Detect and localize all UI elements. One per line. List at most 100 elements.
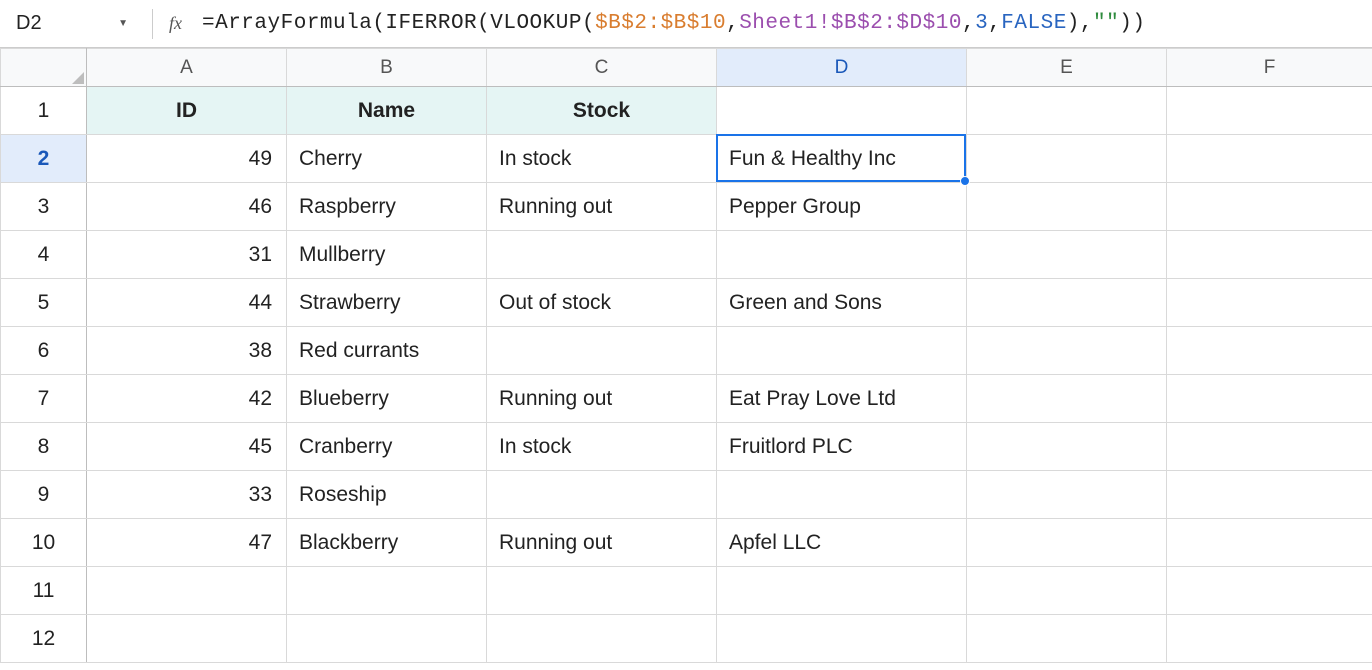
row-header-6[interactable]: 6 — [1, 327, 87, 375]
cell-F5[interactable] — [1167, 279, 1372, 327]
cell-C11[interactable] — [487, 567, 717, 615]
cell-E8[interactable] — [967, 423, 1167, 471]
cell-C12[interactable] — [487, 615, 717, 663]
cell-C6[interactable] — [487, 327, 717, 375]
cell-E5[interactable] — [967, 279, 1167, 327]
cell-E7[interactable] — [967, 375, 1167, 423]
cell-D5[interactable]: Green and Sons — [717, 279, 967, 327]
cell-D12[interactable] — [717, 615, 967, 663]
formula-input[interactable]: =ArrayFormula(IFERROR(VLOOKUP($B$2:$B$10… — [202, 12, 1362, 35]
cell-C9[interactable] — [487, 471, 717, 519]
column-header-F[interactable]: F — [1167, 49, 1372, 87]
cell-B10[interactable]: Blackberry — [287, 519, 487, 567]
cell-B3[interactable]: Raspberry — [287, 183, 487, 231]
cell-A6[interactable]: 38 — [87, 327, 287, 375]
cell-D9[interactable] — [717, 471, 967, 519]
cell-F7[interactable] — [1167, 375, 1372, 423]
row-header-4[interactable]: 4 — [1, 231, 87, 279]
cell-E1[interactable] — [967, 87, 1167, 135]
row-header-1[interactable]: 1 — [1, 87, 87, 135]
cell-C3[interactable]: Running out — [487, 183, 717, 231]
cell-B7[interactable]: Blueberry — [287, 375, 487, 423]
cell-F4[interactable] — [1167, 231, 1372, 279]
cell-C8[interactable]: In stock — [487, 423, 717, 471]
cell-B9[interactable]: Roseship — [287, 471, 487, 519]
cell-B8[interactable]: Cranberry — [287, 423, 487, 471]
formula-token: 3 — [975, 12, 988, 35]
cell-A4[interactable]: 31 — [87, 231, 287, 279]
cell-E9[interactable] — [967, 471, 1167, 519]
cell-D8[interactable]: Fruitlord PLC — [717, 423, 967, 471]
cell-A1[interactable]: ID — [87, 87, 287, 135]
cell-F3[interactable] — [1167, 183, 1372, 231]
cell-E12[interactable] — [967, 615, 1167, 663]
cell-A10[interactable]: 47 — [87, 519, 287, 567]
cell-F6[interactable] — [1167, 327, 1372, 375]
column-header-E[interactable]: E — [967, 49, 1167, 87]
row-header-5[interactable]: 5 — [1, 279, 87, 327]
cell-E2[interactable] — [967, 135, 1167, 183]
cell-B5[interactable]: Strawberry — [287, 279, 487, 327]
cell-E3[interactable] — [967, 183, 1167, 231]
cell-B1[interactable]: Name — [287, 87, 487, 135]
cell-A7[interactable]: 42 — [87, 375, 287, 423]
cell-C5[interactable]: Out of stock — [487, 279, 717, 327]
cell-D7[interactable]: Eat Pray Love Ltd — [717, 375, 967, 423]
cell-D1[interactable] — [717, 87, 967, 135]
column-header-D[interactable]: D — [717, 49, 967, 87]
spreadsheet-grid[interactable]: ABCDEF 1IDNameStock249CherryIn stockFun … — [0, 48, 1372, 663]
cell-D6[interactable] — [717, 327, 967, 375]
cell-F2[interactable] — [1167, 135, 1372, 183]
row-header-7[interactable]: 7 — [1, 375, 87, 423]
cell-D2[interactable]: Fun & Healthy Inc — [717, 135, 967, 183]
row-header-10[interactable]: 10 — [1, 519, 87, 567]
row-header-12[interactable]: 12 — [1, 615, 87, 663]
cell-B12[interactable] — [287, 615, 487, 663]
row-header-8[interactable]: 8 — [1, 423, 87, 471]
formula-bar: D2 ▼ fx =ArrayFormula(IFERROR(VLOOKUP($B… — [0, 0, 1372, 48]
cell-F10[interactable] — [1167, 519, 1372, 567]
cell-D3[interactable]: Pepper Group — [717, 183, 967, 231]
cell-E6[interactable] — [967, 327, 1167, 375]
cell-A12[interactable] — [87, 615, 287, 663]
select-all-corner[interactable] — [1, 49, 87, 87]
cell-D4[interactable] — [717, 231, 967, 279]
cell-C1[interactable]: Stock — [487, 87, 717, 135]
row-header-11[interactable]: 11 — [1, 567, 87, 615]
cell-A3[interactable]: 46 — [87, 183, 287, 231]
cell-A8[interactable]: 45 — [87, 423, 287, 471]
column-header-C[interactable]: C — [487, 49, 717, 87]
cell-F12[interactable] — [1167, 615, 1372, 663]
cell-E10[interactable] — [967, 519, 1167, 567]
cell-A2[interactable]: 49 — [87, 135, 287, 183]
formula-token: FALSE — [1001, 12, 1067, 35]
column-header-B[interactable]: B — [287, 49, 487, 87]
row-header-3[interactable]: 3 — [1, 183, 87, 231]
cell-D10[interactable]: Apfel LLC — [717, 519, 967, 567]
cell-A5[interactable]: 44 — [87, 279, 287, 327]
cell-F8[interactable] — [1167, 423, 1372, 471]
cell-F9[interactable] — [1167, 471, 1372, 519]
cell-F1[interactable] — [1167, 87, 1372, 135]
cell-B11[interactable] — [287, 567, 487, 615]
cell-E11[interactable] — [967, 567, 1167, 615]
cell-D11[interactable] — [717, 567, 967, 615]
cell-C4[interactable] — [487, 231, 717, 279]
cell-F11[interactable] — [1167, 567, 1372, 615]
cell-B2[interactable]: Cherry — [287, 135, 487, 183]
fx-icon: fx — [169, 13, 182, 34]
separator — [152, 9, 153, 39]
cell-B4[interactable]: Mullberry — [287, 231, 487, 279]
cell-C2[interactable]: In stock — [487, 135, 717, 183]
cell-E4[interactable] — [967, 231, 1167, 279]
cell-C10[interactable]: Running out — [487, 519, 717, 567]
chevron-down-icon[interactable]: ▼ — [118, 18, 128, 29]
column-header-A[interactable]: A — [87, 49, 287, 87]
name-box[interactable]: D2 ▼ — [6, 8, 136, 39]
cell-B6[interactable]: Red currants — [287, 327, 487, 375]
row-header-9[interactable]: 9 — [1, 471, 87, 519]
cell-A11[interactable] — [87, 567, 287, 615]
cell-C7[interactable]: Running out — [487, 375, 717, 423]
row-header-2[interactable]: 2 — [1, 135, 87, 183]
cell-A9[interactable]: 33 — [87, 471, 287, 519]
